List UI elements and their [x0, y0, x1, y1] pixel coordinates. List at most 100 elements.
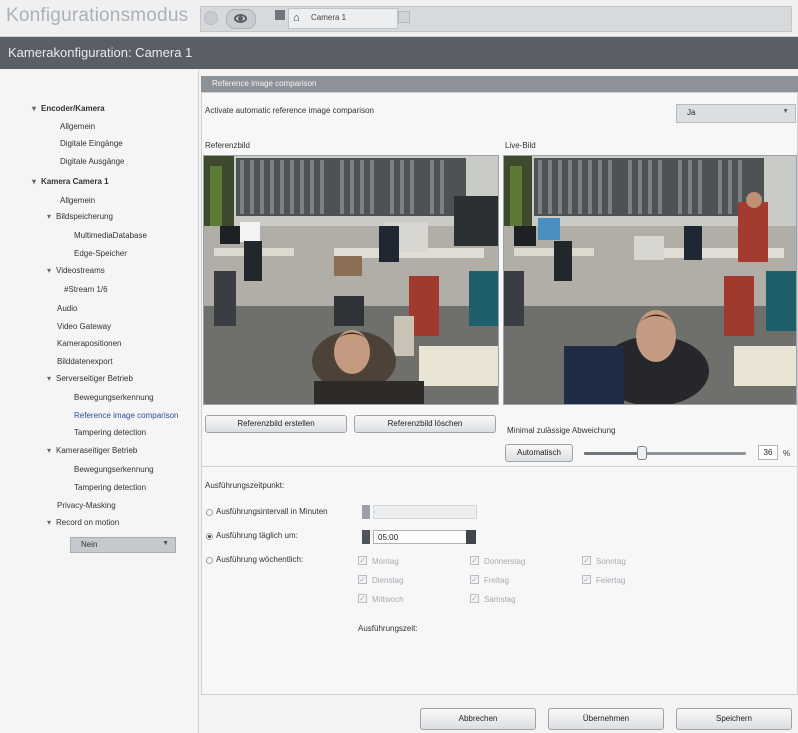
- apply-button[interactable]: Übernehmen: [548, 708, 664, 730]
- deviation-value-field[interactable]: 36: [758, 445, 778, 460]
- percent-unit: %: [783, 449, 791, 458]
- nav-kamera-camera-1[interactable]: ▾ Kamera Camera 1: [32, 177, 109, 186]
- checkbox-donnerstag[interactable]: ✓: [470, 556, 479, 565]
- section-title: Reference image comparison: [212, 79, 317, 88]
- button-label: Abbrechen: [458, 714, 498, 723]
- deviation-slider-fill: [584, 452, 643, 455]
- daily-stepper[interactable]: [362, 530, 370, 544]
- tab-camera-label: Camera 1: [311, 13, 347, 22]
- nav-bewegungserkennung-server[interactable]: Bewegungserkennung: [74, 393, 154, 402]
- radio-daily[interactable]: [206, 533, 213, 540]
- nav-audio[interactable]: Audio: [57, 304, 77, 313]
- time-value: 05:00: [378, 533, 399, 542]
- nav-reference-image-comparison[interactable]: Reference image comparison: [74, 411, 179, 420]
- nav-label: Kameraseitiger Betrieb: [56, 446, 138, 455]
- checkbox-sonntag[interactable]: ✓: [582, 556, 591, 565]
- close-tab-icon[interactable]: [398, 11, 410, 23]
- nav-record-on-motion[interactable]: ▾ Record on motion: [47, 518, 119, 527]
- weekly-label: Ausführung wöchentlich:: [216, 555, 304, 564]
- nav-digitale-eingaenge[interactable]: Digitale Eingänge: [60, 139, 123, 148]
- nav-multimediadatabase[interactable]: MultimediaDatabase: [74, 231, 147, 240]
- nav-serverseitiger-betrieb[interactable]: ▾ Serverseitiger Betrieb: [47, 374, 133, 383]
- nav-allgemein[interactable]: Allgemein: [60, 122, 95, 131]
- collapse-icon[interactable]: ▾: [32, 104, 41, 113]
- day-label: Donnerstag: [484, 557, 526, 566]
- nav-privacy-masking[interactable]: Privacy-Masking: [57, 501, 116, 510]
- checkbox-feiertag[interactable]: ✓: [582, 575, 591, 584]
- nav-digitale-ausgaenge[interactable]: Digitale Ausgänge: [60, 157, 125, 166]
- nav-encoder-kamera[interactable]: ▾ Encoder/Kamera: [32, 104, 105, 113]
- radio-weekly[interactable]: [206, 557, 213, 564]
- checkbox-freitag[interactable]: ✓: [470, 575, 479, 584]
- collapse-icon[interactable]: ▾: [32, 177, 41, 186]
- app-title: Konfigurationsmodus: [6, 5, 189, 26]
- checkbox-samstag[interactable]: ✓: [470, 594, 479, 603]
- day-label: Sonntag: [596, 557, 626, 566]
- nav-label: Videostreams: [56, 266, 105, 275]
- daily-time-field[interactable]: 05:00: [373, 530, 475, 544]
- reference-image: [203, 155, 499, 405]
- day-label: Samstag: [484, 595, 516, 604]
- day-label: Montag: [372, 557, 399, 566]
- collapse-icon[interactable]: ▾: [47, 374, 56, 383]
- nav-label: Encoder/Kamera: [41, 104, 105, 113]
- day-label: Dienstag: [372, 576, 404, 585]
- interval-label: Ausführungsintervall in Minuten: [216, 507, 328, 516]
- activate-label: Activate automatic reference image compa…: [205, 106, 374, 115]
- nav-bewegungserkennung-camera[interactable]: Bewegungserkennung: [74, 465, 154, 474]
- nav-bilddatenexport[interactable]: Bilddatenexport: [57, 357, 113, 366]
- nav-tampering-detection-camera[interactable]: Tampering detection: [74, 483, 146, 492]
- nav-camera-allgemein[interactable]: Allgemein: [60, 196, 95, 205]
- automatic-button[interactable]: Automatisch: [505, 444, 573, 462]
- nav-video-gateway[interactable]: Video Gateway: [57, 322, 111, 331]
- save-button[interactable]: Speichern: [676, 708, 792, 730]
- chevron-down-icon: ▼: [782, 108, 789, 115]
- nav-stream[interactable]: #Stream 1/6: [64, 285, 108, 294]
- time-picker-icon[interactable]: [466, 530, 476, 544]
- interval-field[interactable]: [373, 505, 477, 519]
- nav-kamerapositionen[interactable]: Kamerapositionen: [57, 339, 121, 348]
- deviation-slider-thumb[interactable]: [637, 446, 648, 460]
- nav-tampering-detection-server[interactable]: Tampering detection: [74, 428, 146, 437]
- tab-camera[interactable]: ⌂ Camera 1: [288, 8, 398, 29]
- activate-select[interactable]: Ja ▼: [676, 104, 796, 123]
- cancel-button[interactable]: Abbrechen: [420, 708, 536, 730]
- divider: [201, 466, 798, 467]
- button-label: Referenzbild löschen: [387, 419, 463, 428]
- checkbox-dienstag[interactable]: ✓: [358, 575, 367, 584]
- daily-label: Ausführung täglich um:: [216, 531, 298, 540]
- nav-label: Record on motion: [56, 518, 120, 527]
- day-label: Feiertag: [596, 576, 626, 585]
- nav-label: Serverseitiger Betrieb: [56, 374, 133, 383]
- record-indicator-icon[interactable]: [204, 11, 218, 25]
- button-label: Speichern: [715, 714, 753, 723]
- chevron-down-icon: ▼: [162, 540, 169, 547]
- interval-stepper[interactable]: [362, 505, 370, 519]
- collapse-icon[interactable]: ▾: [47, 212, 56, 221]
- create-reference-button[interactable]: Referenzbild erstellen: [205, 415, 347, 433]
- nav-bildspeicherung[interactable]: ▾ Bildspeicherung: [47, 212, 113, 221]
- radio-interval[interactable]: [206, 509, 213, 516]
- button-label: Referenzbild erstellen: [237, 419, 315, 428]
- live-image-label: Live-Bild: [505, 141, 536, 150]
- eye-icon[interactable]: [226, 9, 256, 29]
- nav-videostreams[interactable]: ▾ Videostreams: [47, 266, 105, 275]
- button-label: Automatisch: [516, 448, 562, 457]
- day-label: Mittwoch: [372, 595, 404, 604]
- checkbox-mittwoch[interactable]: ✓: [358, 594, 367, 603]
- deviation-label: Minimal zulässige Abweichung: [507, 426, 616, 435]
- day-label: Freitag: [484, 576, 509, 585]
- record-on-motion-select[interactable]: Nein ▼: [70, 537, 176, 553]
- layout-icon[interactable]: [275, 10, 285, 20]
- collapse-icon[interactable]: ▾: [47, 446, 56, 455]
- nav-label: Kamera Camera 1: [41, 177, 109, 186]
- checkbox-montag[interactable]: ✓: [358, 556, 367, 565]
- nav-edge-speicher[interactable]: Edge-Speicher: [74, 249, 127, 258]
- nav-kameraseitiger-betrieb[interactable]: ▾ Kameraseitiger Betrieb: [47, 446, 137, 455]
- nav-label: Bildspeicherung: [56, 212, 113, 221]
- collapse-icon[interactable]: ▾: [47, 266, 56, 275]
- delete-reference-button[interactable]: Referenzbild löschen: [354, 415, 496, 433]
- execution-time-label: Ausführungszeit:: [358, 624, 418, 633]
- reference-image-label: Referenzbild: [205, 141, 250, 150]
- collapse-icon[interactable]: ▾: [47, 518, 56, 527]
